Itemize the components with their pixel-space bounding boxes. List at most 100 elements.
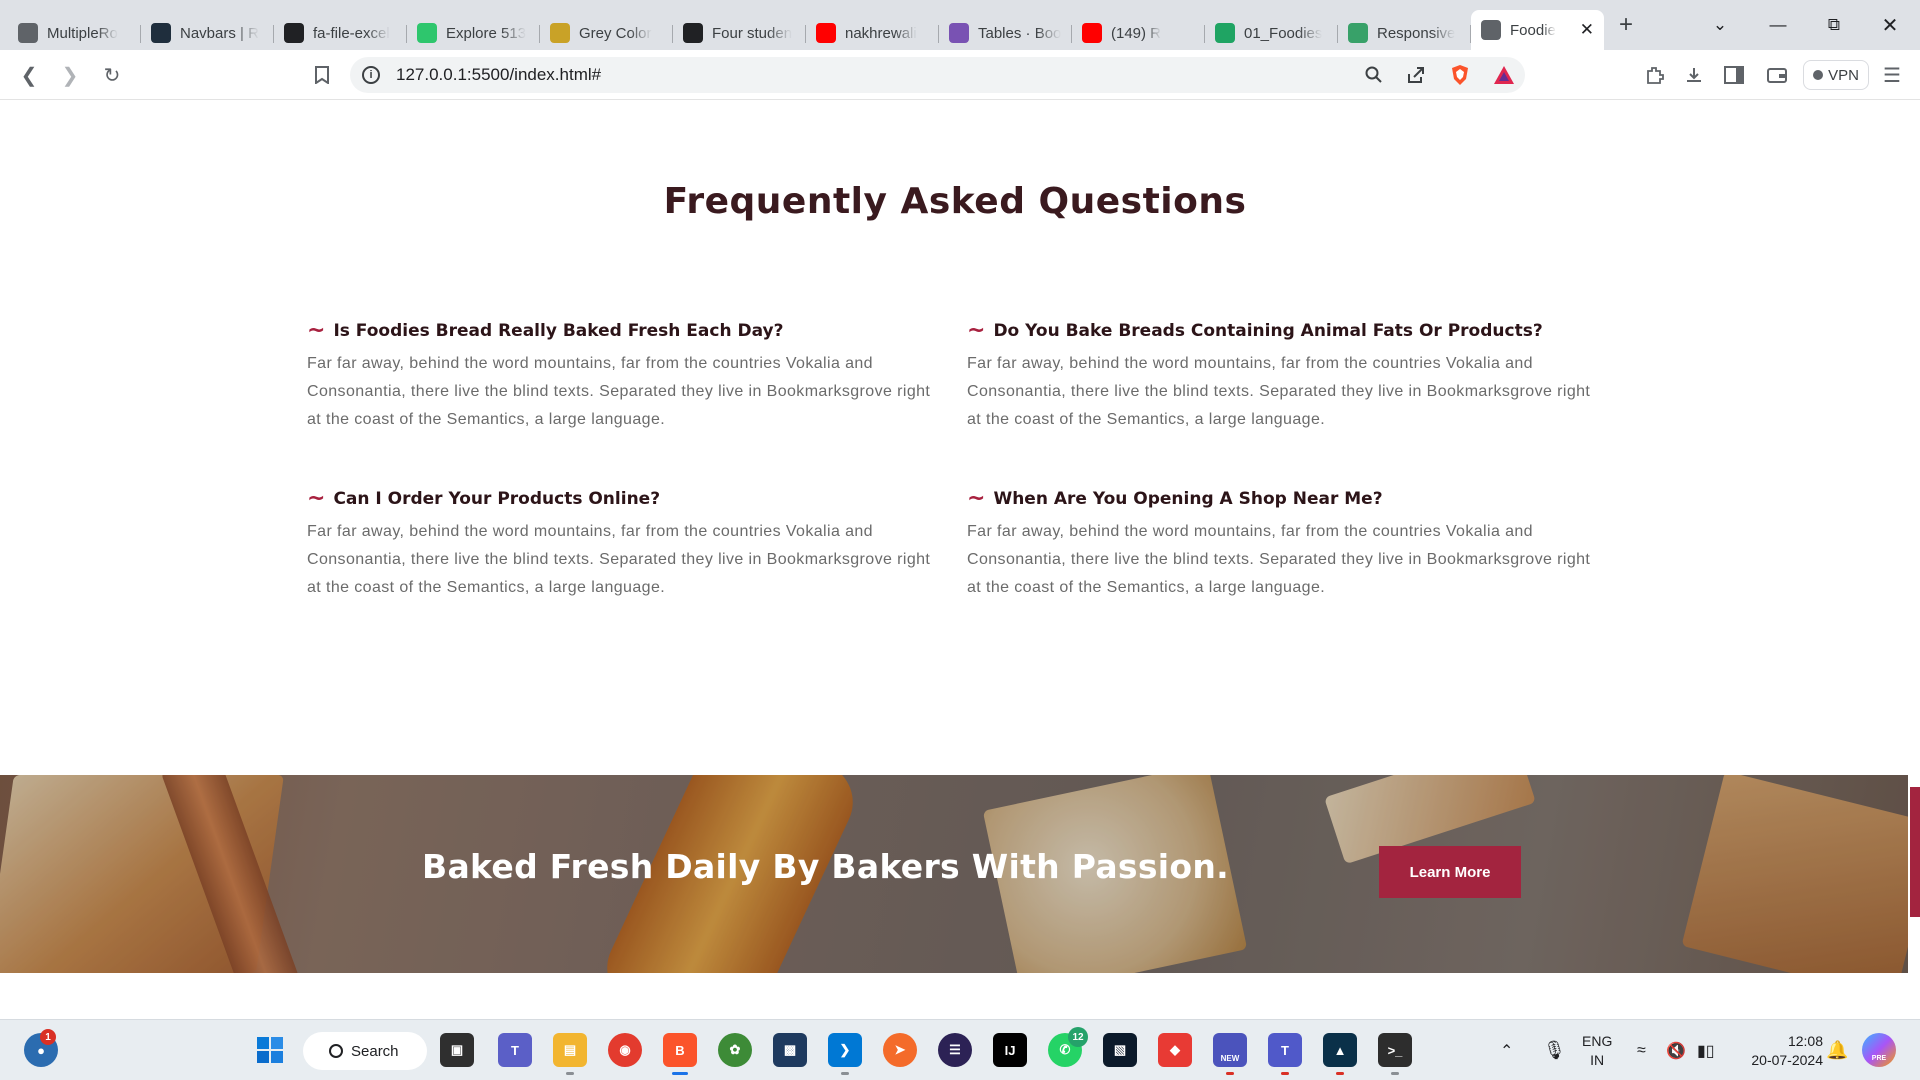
faq-question-text: When Are You Opening A Shop Near Me? <box>993 489 1383 509</box>
notification-bell-icon[interactable]: 🔔 <box>1826 1020 1848 1080</box>
vpn-button[interactable]: VPN <box>1803 60 1869 90</box>
menu-icon[interactable]: ☰ <box>1877 60 1907 90</box>
brave-icon[interactable]: B <box>663 1033 697 1075</box>
faq-item: ~ Can I Order Your Products Online? Far f… <box>307 488 947 602</box>
tab-label: Responsive <box>1377 24 1456 42</box>
active-indicator <box>672 1072 688 1075</box>
tab-label: MultipleRo <box>47 24 118 42</box>
browser-tab[interactable]: 01_Foodies <box>1205 16 1338 50</box>
browser-tab[interactable]: Responsive <box>1338 16 1471 50</box>
address-bar[interactable]: i 127.0.0.1:5500/index.html# <box>350 57 1525 93</box>
tilde-icon: ~ <box>967 318 986 343</box>
side-accent-strip <box>1910 787 1920 917</box>
tab-label: Grey Color <box>579 24 652 42</box>
faq-answer: Far far away, behind the word mountains,… <box>967 355 1591 428</box>
tilde-icon: ~ <box>967 486 986 511</box>
react-bootstrap-icon <box>151 23 171 43</box>
clock[interactable]: 12:08 20-07-2024 <box>1727 1032 1823 1070</box>
start-button[interactable] <box>253 1033 287 1067</box>
show-hidden-icons-button[interactable]: ⌃ <box>1500 1020 1513 1080</box>
url-text[interactable]: 127.0.0.1:5500/index.html# <box>396 65 601 85</box>
tab-label: 01_Foodies <box>1244 24 1323 42</box>
widgets-icon[interactable]: ● 1 <box>24 1029 58 1067</box>
running-indicator <box>1391 1072 1399 1075</box>
brave-rewards-icon[interactable] <box>1489 60 1519 90</box>
share-icon[interactable] <box>1401 60 1431 90</box>
browser-tab[interactable]: Explore 513 <box>407 16 540 50</box>
sidebar-icon[interactable] <box>1719 60 1749 90</box>
file-explorer-icon[interactable]: ▤ <box>553 1033 587 1075</box>
copilot-icon[interactable]: PRE <box>1862 1033 1896 1067</box>
command-prompt-icon[interactable]: >_ <box>1378 1033 1412 1075</box>
bookmark-icon[interactable] <box>307 60 337 90</box>
web-page: Frequently Asked Questions ~ Is Foodies B… <box>0 101 1920 1019</box>
browser-tab[interactable]: (149) R <box>1072 16 1205 50</box>
anydesk-icon[interactable]: ◆ <box>1158 1033 1192 1067</box>
terminal-dev-icon[interactable]: ▧ <box>1103 1033 1137 1067</box>
spring-tools-icon[interactable]: ✿ <box>718 1033 752 1067</box>
vscode-icon[interactable]: ❯ <box>828 1033 862 1075</box>
teams-classic-icon[interactable]: T <box>1268 1033 1302 1075</box>
running-indicator <box>841 1072 849 1075</box>
tab-label: (149) R <box>1111 24 1162 42</box>
new-tab-button[interactable]: + <box>1604 8 1648 42</box>
extensions-icon[interactable] <box>1640 60 1670 90</box>
microphone-icon[interactable]: 🎙 <box>1543 1020 1566 1080</box>
wallet-icon[interactable] <box>1762 60 1792 90</box>
faq-question-text: Is Foodies Bread Really Baked Fresh Each… <box>333 321 784 341</box>
clock-date: 20-07-2024 <box>1751 1052 1823 1068</box>
tab-label: nakhrewali <box>845 24 917 42</box>
new-badge-label: NEW <box>1220 1053 1240 1063</box>
azure-data-studio-icon[interactable]: ▲ <box>1323 1033 1357 1075</box>
minimize-button[interactable]: — <box>1750 0 1806 50</box>
back-button[interactable]: ❮ <box>14 60 44 90</box>
downloads-icon[interactable] <box>1679 60 1709 90</box>
chrome-icon[interactable]: ◉ <box>608 1033 642 1067</box>
taskbar-search[interactable]: Search <box>303 1032 427 1070</box>
close-window-button[interactable]: ✕ <box>1862 0 1918 50</box>
battery-icon[interactable]: ▮▯ <box>1697 1020 1715 1080</box>
site-info-icon[interactable]: i <box>362 66 380 84</box>
tab-search-chevron-icon[interactable]: ⌄ <box>1692 0 1748 50</box>
whatsapp-icon[interactable]: ✆ 12 <box>1048 1027 1088 1067</box>
globe-icon <box>18 23 38 43</box>
teams-chat-icon[interactable]: T <box>498 1033 532 1067</box>
teams-new-icon[interactable]: NEW <box>1213 1033 1247 1075</box>
tilde-icon: ~ <box>307 486 326 511</box>
search-icon <box>329 1044 343 1058</box>
tab-label: Foodie <box>1510 21 1556 39</box>
browser-tab[interactable]: nakhrewali <box>806 16 939 50</box>
running-indicator <box>566 1072 574 1075</box>
eclipse-icon[interactable]: ☰ <box>938 1033 972 1067</box>
clock-time: 12:08 <box>1787 1033 1823 1049</box>
dev-icon <box>683 23 703 43</box>
brave-shields-icon[interactable] <box>1445 60 1475 90</box>
faq-title: Frequently Asked Questions <box>663 181 1247 222</box>
tilde-icon: ~ <box>307 318 326 343</box>
restore-button[interactable]: ⧉ <box>1806 0 1862 50</box>
tab-label: Tables · Boo <box>978 24 1062 42</box>
browser-tab[interactable]: Grey Color <box>540 16 673 50</box>
faq-question: ~ When Are You Opening A Shop Near Me? <box>967 488 1607 510</box>
browser-tab[interactable]: Four studen <box>673 16 806 50</box>
learn-more-button[interactable]: Learn More <box>1379 846 1521 898</box>
intellij-icon[interactable]: IJ <box>993 1033 1027 1067</box>
mysql-workbench-icon[interactable]: ▩ <box>773 1033 807 1067</box>
browser-tab[interactable]: MultipleRo <box>8 16 141 50</box>
close-tab-icon[interactable]: ✕ <box>1580 20 1594 40</box>
browser-toolbar: ❮ ❯ ↻ i 127.0.0.1:5500/index.html# VPN ☰ <box>0 50 1920 100</box>
task-view-icon[interactable]: ▣ <box>440 1033 474 1067</box>
postman-icon[interactable]: ➤ <box>883 1033 917 1067</box>
browser-tab[interactable]: Navbars | R <box>141 16 274 50</box>
language-indicator[interactable]: ENG IN <box>1582 1032 1612 1070</box>
forward-button[interactable]: ❯ <box>55 60 85 90</box>
reload-button[interactable]: ↻ <box>97 60 127 90</box>
volume-muted-icon[interactable]: 🔇 <box>1666 1020 1686 1080</box>
language-code: ENG <box>1582 1033 1613 1049</box>
wifi-icon[interactable]: ≈ <box>1637 1020 1646 1080</box>
browser-tab[interactable]: Tables · Boo <box>939 16 1072 50</box>
tab-label: Navbars | R <box>180 24 259 42</box>
browser-tab[interactable]: fa-file-excel <box>274 16 407 50</box>
browser-tab[interactable]: Foodie ✕ <box>1471 10 1604 50</box>
zoom-icon[interactable] <box>1359 60 1389 90</box>
